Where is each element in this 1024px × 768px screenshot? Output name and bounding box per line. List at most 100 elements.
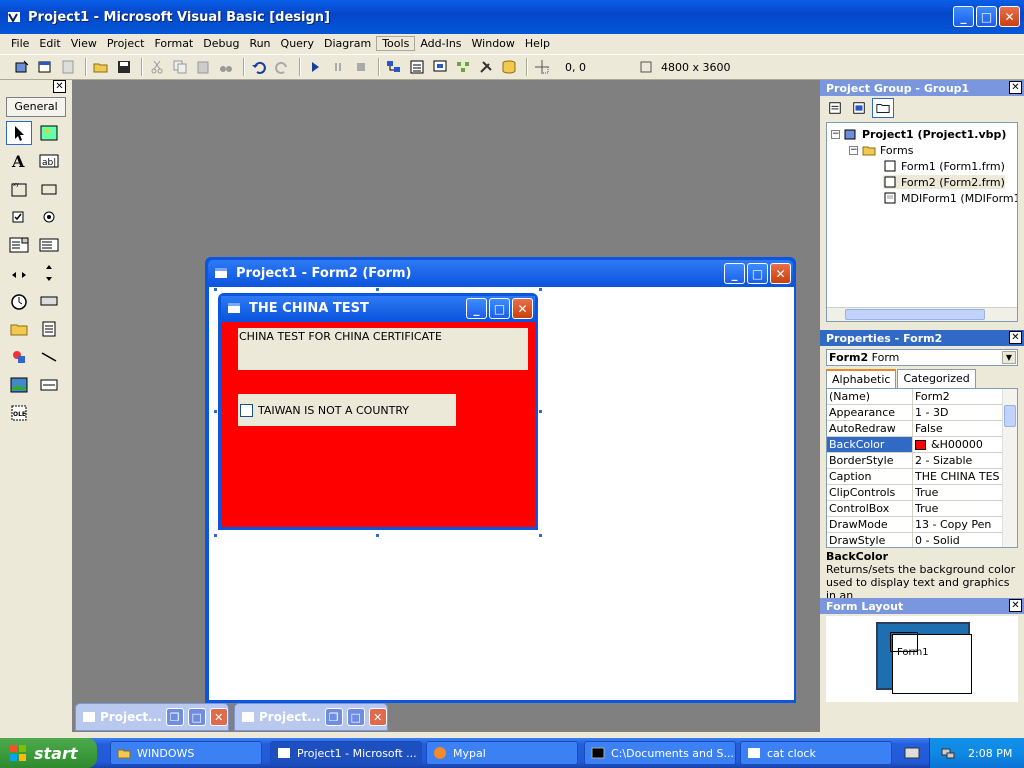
taskbar-button-mypal[interactable]: Mypal	[426, 741, 578, 765]
save-icon[interactable]	[114, 57, 134, 77]
resize-handle[interactable]	[538, 409, 543, 414]
resize-handle[interactable]	[538, 533, 543, 538]
close-icon[interactable]: ✕	[209, 708, 228, 726]
property-row[interactable]: ControlBox True	[827, 501, 1017, 517]
start-button[interactable]: start	[0, 738, 97, 768]
restore-icon[interactable]: ❐	[165, 708, 184, 726]
end-icon[interactable]	[351, 57, 371, 77]
maximize-icon[interactable]: □	[346, 708, 365, 726]
maximize-icon[interactable]: □	[187, 708, 206, 726]
data-icon[interactable]	[36, 373, 62, 397]
pointer-icon[interactable]	[6, 121, 32, 145]
optionbutton-icon[interactable]	[36, 205, 62, 229]
network-icon[interactable]	[940, 745, 956, 761]
add-project-icon[interactable]	[12, 57, 32, 77]
designer-close-button[interactable]: ✕	[770, 263, 791, 284]
menu-view[interactable]: View	[66, 37, 102, 50]
menu-edit[interactable]: Edit	[34, 37, 65, 50]
shape-icon[interactable]	[6, 345, 32, 369]
menu-project[interactable]: Project	[102, 37, 150, 50]
tree-node-forms[interactable]: − Forms	[849, 143, 913, 157]
menu-tools[interactable]: Tools	[376, 36, 416, 51]
label-icon[interactable]: A	[6, 149, 32, 173]
menu-diagram[interactable]: Diagram	[319, 37, 376, 50]
toolbox-close-icon[interactable]: ✕	[53, 80, 66, 93]
menu-format[interactable]: Format	[149, 37, 198, 50]
restore-icon[interactable]: ❐	[324, 708, 343, 726]
label-control[interactable]: CHINA TEST FOR CHINA CERTIFICATE	[238, 328, 528, 370]
toolbox-tab-general[interactable]: General	[6, 97, 66, 117]
minimized-window-2[interactable]: Project... ❐ □ ✕	[234, 703, 388, 731]
property-row[interactable]: Appearance 1 - 3D	[827, 405, 1017, 421]
form2-maximize-button[interactable]: □	[489, 298, 510, 319]
project-explorer-close-icon[interactable]: ✕	[1009, 81, 1022, 94]
toggle-folders-icon[interactable]	[872, 98, 894, 118]
cut-icon[interactable]	[147, 57, 167, 77]
menu-addins[interactable]: Add-Ins	[415, 37, 466, 50]
taskbar-button-catclock[interactable]: cat clock	[740, 741, 892, 765]
keyboard-icon[interactable]	[904, 746, 920, 760]
form2-close-button[interactable]: ✕	[512, 298, 533, 319]
filelistbox-icon[interactable]	[36, 317, 62, 341]
form2[interactable]: THE CHINA TEST _ □ ✕ CHINA TEST FOR CHIN…	[218, 293, 538, 530]
property-row[interactable]: DrawStyle 0 - Solid	[827, 533, 1017, 547]
redo-icon[interactable]	[272, 57, 292, 77]
menu-help[interactable]: Help	[520, 37, 555, 50]
vscrollbar-icon[interactable]	[36, 261, 62, 285]
resize-handle[interactable]	[375, 287, 380, 292]
tree-node-form2[interactable]: Form2 (Form2.frm)	[883, 175, 1005, 189]
line-icon[interactable]	[36, 345, 62, 369]
picturebox-icon[interactable]	[36, 121, 62, 145]
form2-client-area[interactable]: CHINA TEST FOR CHINA CERTIFICATE TAIWAN …	[221, 322, 535, 527]
tree-node-mdiform1[interactable]: MDIForm1 (MDIForm1.f	[883, 191, 1017, 205]
tree-horizontal-scrollbar[interactable]	[827, 307, 1017, 321]
minimized-window-1[interactable]: Project... ❐ □ ✕	[75, 703, 229, 731]
properties-object-select[interactable]: Form2 Form ▼	[826, 349, 1018, 366]
copy-icon[interactable]	[170, 57, 190, 77]
tab-alphabetic[interactable]: Alphabetic	[826, 369, 897, 388]
property-row[interactable]: (Name) Form2	[827, 389, 1017, 405]
dirlistbox-icon[interactable]	[6, 317, 32, 341]
chevron-down-icon[interactable]: ▼	[1002, 351, 1016, 364]
property-row[interactable]: BorderStyle 2 - Sizable	[827, 453, 1017, 469]
form2-minimize-button[interactable]: _	[466, 298, 487, 319]
designer-minimize-button[interactable]: _	[724, 263, 745, 284]
menu-window[interactable]: Window	[467, 37, 520, 50]
timer-icon[interactable]	[6, 289, 32, 313]
scrollbar-thumb[interactable]	[845, 309, 985, 320]
form-layout-close-icon[interactable]: ✕	[1009, 599, 1022, 612]
menu-file[interactable]: File	[6, 37, 34, 50]
resize-handle[interactable]	[375, 533, 380, 538]
tab-categorized[interactable]: Categorized	[897, 369, 976, 388]
resize-handle[interactable]	[213, 287, 218, 292]
menu-run[interactable]: Run	[244, 37, 275, 50]
close-button[interactable]: ✕	[999, 6, 1020, 27]
checkbox-icon[interactable]	[6, 205, 32, 229]
properties-close-icon[interactable]: ✕	[1009, 331, 1022, 344]
property-row[interactable]: ClipControls True	[827, 485, 1017, 501]
property-row-selected[interactable]: BackColor &H00000 ▼	[827, 437, 1017, 453]
view-object-icon[interactable]	[848, 98, 870, 118]
data-view-icon[interactable]	[499, 57, 519, 77]
commandbutton-icon[interactable]	[36, 177, 62, 201]
taskbar-button-cmd[interactable]: C:\Documents and S...	[584, 741, 736, 765]
tree-node-form1[interactable]: Form1 (Form1.frm)	[883, 159, 1005, 173]
listbox-icon[interactable]	[36, 233, 62, 257]
start-icon[interactable]	[305, 57, 325, 77]
break-icon[interactable]	[328, 57, 348, 77]
menu-editor-icon[interactable]	[58, 57, 78, 77]
frame-icon[interactable]: xy	[6, 177, 32, 201]
hscrollbar-icon[interactable]	[6, 261, 32, 285]
object-browser-icon[interactable]	[453, 57, 473, 77]
taskbar-button-vb[interactable]: Project1 - Microsoft ...	[270, 741, 422, 765]
open-icon[interactable]	[91, 57, 111, 77]
properties-vertical-scrollbar[interactable]	[1002, 389, 1017, 547]
maximize-button[interactable]: □	[976, 6, 997, 27]
collapse-icon[interactable]: −	[831, 129, 840, 139]
ole-icon[interactable]: OLE	[6, 401, 32, 425]
textbox-icon[interactable]: ab|	[36, 149, 62, 173]
undo-icon[interactable]	[249, 57, 269, 77]
designer-maximize-button[interactable]: □	[747, 263, 768, 284]
designer-title-bar[interactable]: Project1 - Form2 (Form)	[208, 260, 793, 286]
find-icon[interactable]	[216, 57, 236, 77]
